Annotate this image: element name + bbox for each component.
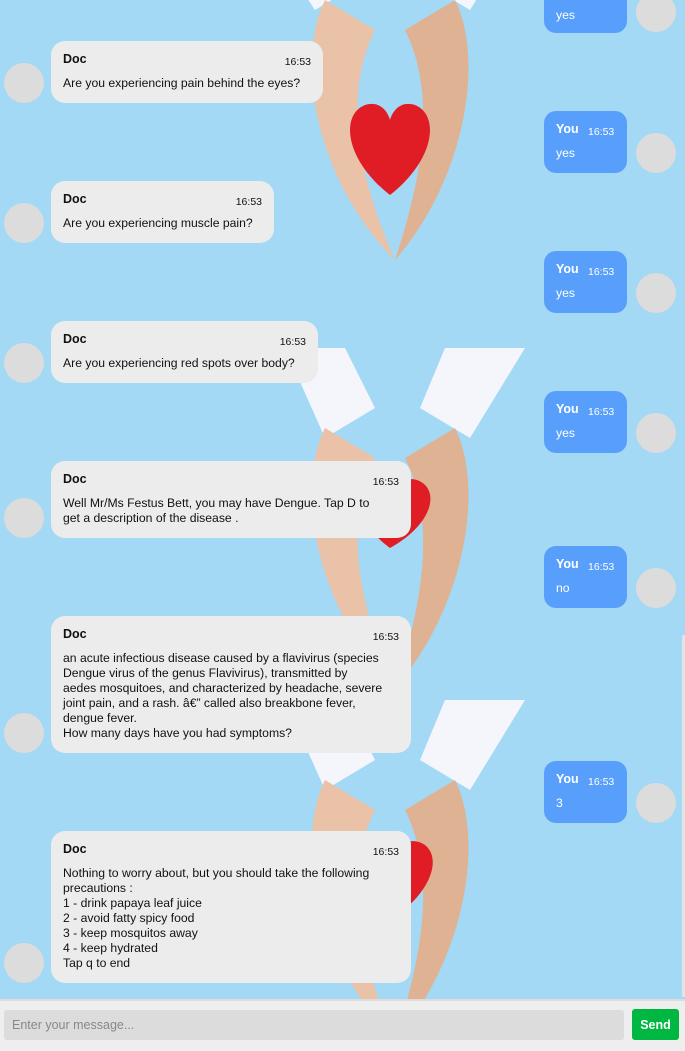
sender-name: Doc [63, 52, 87, 66]
message-time: 16:53 [279, 336, 306, 348]
doc-message-bubble: Doc 16:53 Are you experiencing red spots… [51, 321, 318, 383]
avatar [4, 343, 44, 383]
message-time: 16:53 [588, 126, 615, 138]
message-text: yes [556, 426, 575, 440]
message-text: Are you experiencing pain behind the eye… [63, 76, 301, 90]
sender-name: Doc [63, 332, 87, 346]
user-message-bubble: You 16:53 yes [544, 111, 627, 173]
doc-message-bubble: Doc 16:53 Nothing to worry about, but yo… [51, 831, 411, 983]
avatar [4, 203, 44, 243]
message-text: no [556, 581, 570, 595]
avatar [636, 568, 676, 608]
user-message-bubble: yes [544, 0, 627, 33]
message-text: Well Mr/Ms Festus Bett, you may have Den… [63, 496, 370, 525]
message-time: 16:53 [372, 476, 399, 488]
sender-name: Doc [63, 842, 87, 856]
message-text: Are you experiencing red spots over body… [63, 356, 295, 370]
send-button[interactable]: Send [632, 1009, 679, 1040]
message-time: 16:53 [284, 56, 311, 68]
user-message-bubble: You 16:53 yes [544, 251, 627, 313]
message-text: 3 [556, 796, 563, 810]
avatar [636, 273, 676, 313]
avatar [4, 498, 44, 538]
message-text: Are you experiencing muscle pain? [63, 216, 253, 230]
message-text: an acute infectious disease caused by a … [63, 651, 383, 740]
avatar [636, 413, 676, 453]
message-time: 16:53 [588, 561, 615, 573]
message-time: 16:53 [372, 846, 399, 858]
message-input[interactable] [4, 1010, 624, 1040]
avatar [636, 0, 676, 32]
avatar [4, 63, 44, 103]
message-text: yes [556, 286, 575, 300]
message-text: Nothing to worry about, but you should t… [63, 866, 370, 970]
avatar [4, 713, 44, 753]
doc-message-bubble: Doc 16:53 Are you experiencing pain behi… [51, 41, 323, 103]
doc-message-bubble: Doc 16:53 Well Mr/Ms Festus Bett, you ma… [51, 461, 411, 538]
user-message-bubble: You 16:53 3 [544, 761, 627, 823]
sender-name: Doc [63, 192, 87, 206]
avatar [636, 133, 676, 173]
sender-name: Doc [63, 472, 87, 486]
message-text: yes [556, 8, 575, 22]
doc-message-bubble: Doc 16:53 an acute infectious disease ca… [51, 616, 411, 753]
message-time: 16:53 [372, 631, 399, 643]
doc-message-bubble: Doc 16:53 Are you experiencing muscle pa… [51, 181, 274, 243]
user-message-bubble: You 16:53 no [544, 546, 627, 608]
message-composer: Send [0, 999, 685, 1051]
message-time: 16:53 [235, 196, 262, 208]
user-message-bubble: You 16:53 yes [544, 391, 627, 453]
avatar [4, 943, 44, 983]
message-text: yes [556, 146, 575, 160]
chat-area[interactable]: yes Doc 16:53 Are you experiencing pain … [0, 0, 685, 999]
avatar [636, 783, 676, 823]
message-time: 16:53 [588, 406, 615, 418]
sender-name: Doc [63, 627, 87, 641]
message-time: 16:53 [588, 266, 615, 278]
message-time: 16:53 [588, 776, 615, 788]
